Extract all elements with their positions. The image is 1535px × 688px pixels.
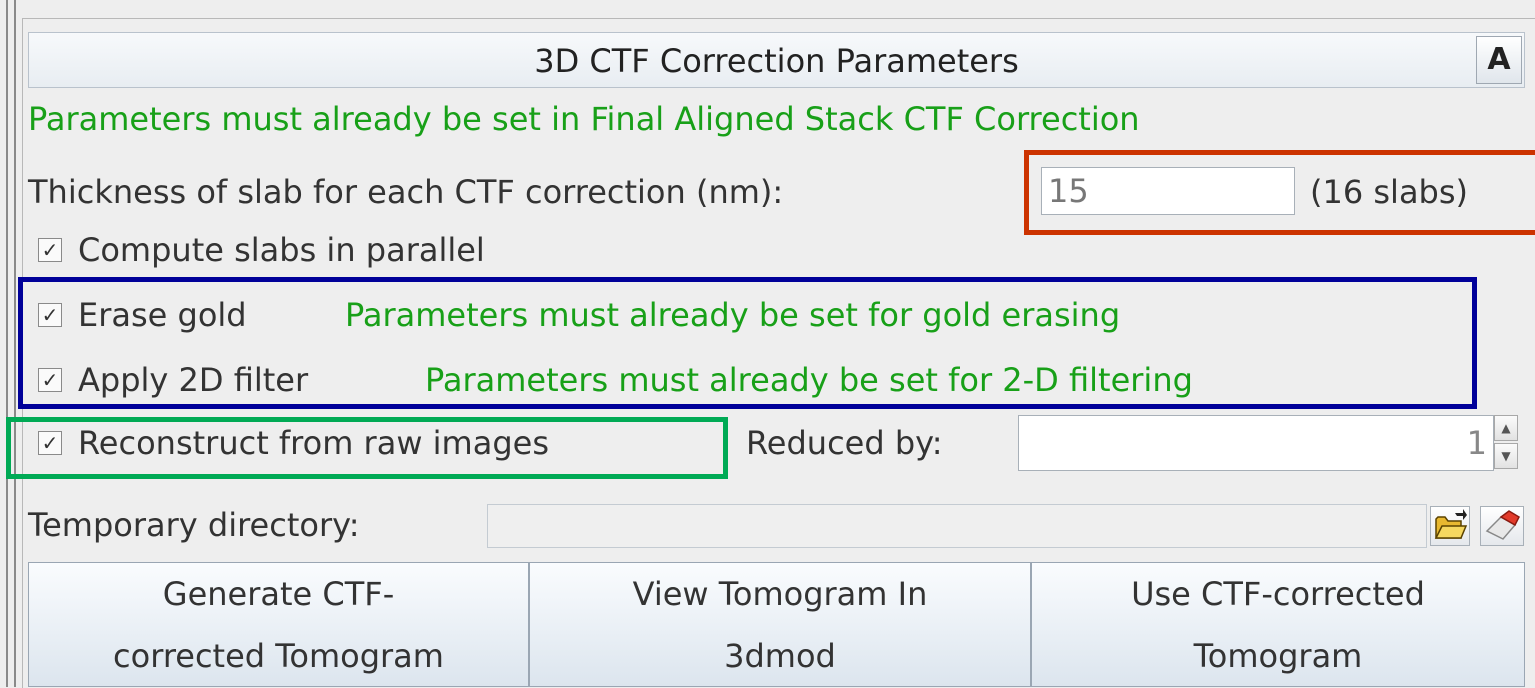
window-edge-line xyxy=(14,0,16,687)
button-label-line: Tomogram xyxy=(1193,637,1363,675)
highlight-box-red xyxy=(1024,150,1535,235)
parallel-label: Compute slabs in parallel xyxy=(78,231,485,269)
highlight-box-blue xyxy=(18,277,1477,409)
panel-title: 3D CTF Correction Parameters xyxy=(28,32,1525,88)
spinner-up-button[interactable]: ▲ xyxy=(1494,415,1518,441)
view-tomogram-3dmod-button[interactable]: View Tomogram In 3dmod xyxy=(529,562,1031,687)
button-label-line: View Tomogram In xyxy=(632,575,928,613)
ctf-parameters-note: Parameters must already be set in Final … xyxy=(28,100,1140,138)
reduced-by-label: Reduced by: xyxy=(746,424,943,462)
temp-dir-input[interactable] xyxy=(487,504,1427,548)
button-label-line: 3dmod xyxy=(724,637,836,675)
eraser-icon xyxy=(1485,510,1520,540)
folder-open-button[interactable] xyxy=(1430,506,1470,546)
spinner-down-button[interactable]: ▼ xyxy=(1494,443,1518,469)
button-label-line: corrected Tomogram xyxy=(113,637,444,675)
reduced-by-spinner-input[interactable] xyxy=(1018,415,1494,471)
folder-open-icon xyxy=(1434,509,1468,539)
thickness-label: Thickness of slab for each CTF correctio… xyxy=(28,173,784,211)
button-label-line: Generate CTF- xyxy=(162,575,395,613)
parallel-checkbox[interactable]: ✓ xyxy=(38,238,62,262)
button-label-line: Use CTF-corrected xyxy=(1131,575,1425,613)
use-ctf-corrected-tomogram-button[interactable]: Use CTF-corrected Tomogram xyxy=(1031,562,1525,687)
window-edge-line xyxy=(6,0,8,687)
eraser-button[interactable] xyxy=(1480,506,1524,546)
highlight-box-green xyxy=(6,417,728,479)
advanced-toggle-button[interactable]: A xyxy=(1476,36,1522,84)
temp-dir-label: Temporary directory: xyxy=(28,506,360,544)
generate-ctf-tomogram-button[interactable]: Generate CTF- corrected Tomogram xyxy=(28,562,529,687)
checkmark-icon: ✓ xyxy=(41,238,59,262)
